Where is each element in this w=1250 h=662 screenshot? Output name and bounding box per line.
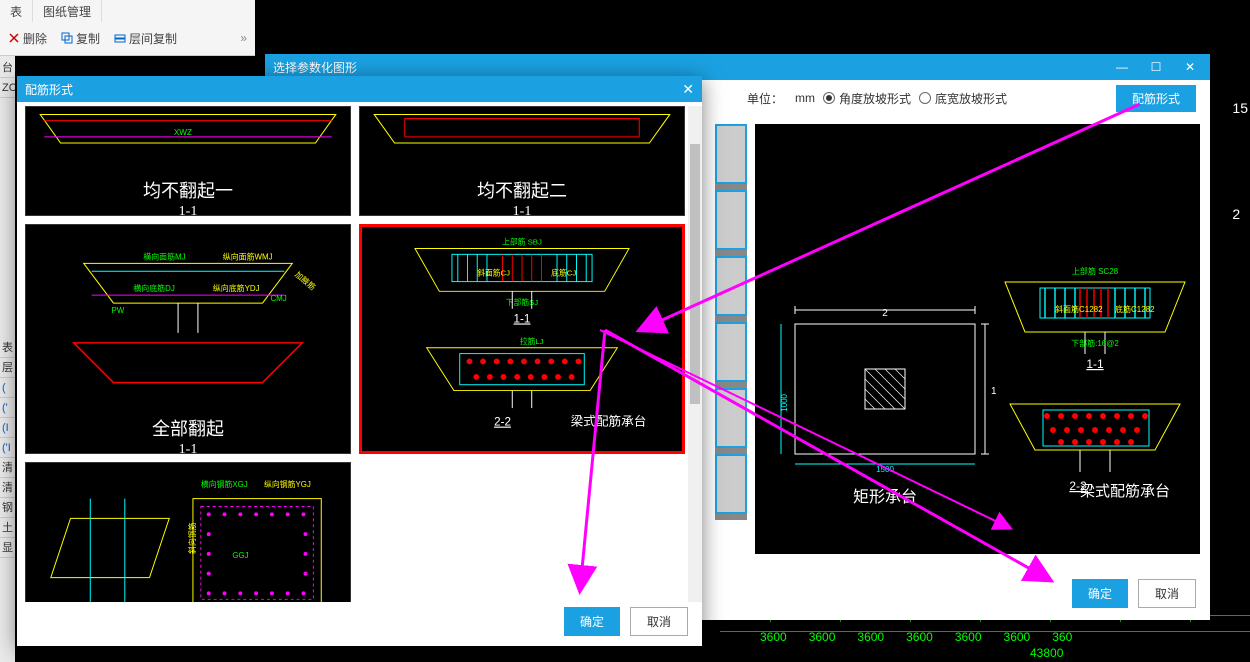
svg-text:1: 1 bbox=[991, 386, 997, 397]
window-controls: — ☐ ✕ bbox=[1110, 60, 1202, 74]
copy-icon bbox=[61, 32, 73, 44]
svg-text:1-1: 1-1 bbox=[514, 312, 531, 325]
inner-dialog: 配筋形式 ✕ XWZ 均不翻起一 1-1 bbox=[17, 76, 702, 646]
outer-dialog-title: 选择参数化图形 bbox=[273, 59, 357, 76]
minimize-icon[interactable]: — bbox=[1110, 60, 1134, 74]
style-tile[interactable]: XWZ 均不翻起一 1-1 bbox=[25, 106, 351, 216]
svg-text:纵向钢筋YGJ: 纵向钢筋YGJ bbox=[264, 479, 311, 489]
ribbon-tabs: 表 图纸管理 bbox=[0, 0, 255, 22]
svg-text:XWZ: XWZ bbox=[174, 128, 192, 137]
radio-dot-icon bbox=[919, 92, 931, 104]
cad-overall-dim: 43800 bbox=[1030, 646, 1063, 660]
svg-text:1-1: 1-1 bbox=[1086, 357, 1104, 371]
svg-text:下部筋:16@2: 下部筋:16@2 bbox=[1071, 338, 1119, 348]
inner-scrollbar[interactable] bbox=[688, 106, 702, 602]
layer-copy-icon bbox=[114, 32, 126, 44]
svg-text:底筋CJ: 底筋CJ bbox=[551, 268, 576, 278]
shape-thumb[interactable] bbox=[715, 124, 747, 184]
svg-text:1500: 1500 bbox=[876, 465, 894, 474]
close-icon[interactable]: ✕ bbox=[1178, 60, 1202, 74]
radio-dot-icon bbox=[823, 92, 835, 104]
shape-thumb[interactable] bbox=[715, 388, 747, 448]
rebar-style-button[interactable]: 配筋形式 bbox=[1116, 85, 1196, 112]
cad-right-labels: 15 2 bbox=[1232, 100, 1248, 222]
shape-thumb[interactable] bbox=[715, 256, 747, 316]
inner-dialog-footer: 确定 取消 bbox=[564, 607, 688, 636]
inner-dialog-titlebar[interactable]: 配筋形式 ✕ bbox=[17, 76, 702, 102]
parametric-preview[interactable]: 2 1 1500 1000 矩形承台 上部筋 SC28 斜面筋C1282 底筋C… bbox=[755, 124, 1200, 554]
inner-dialog-title: 配筋形式 bbox=[25, 81, 73, 98]
svg-text:上部筋 SC28: 上部筋 SC28 bbox=[1072, 266, 1119, 276]
tab-table[interactable]: 表 bbox=[0, 0, 33, 22]
svg-text:斜面筋C1282: 斜面筋C1282 bbox=[1055, 304, 1103, 314]
scrollbar-thumb[interactable] bbox=[690, 144, 700, 404]
layer-copy-button[interactable]: 层间复制 bbox=[114, 30, 177, 47]
outer-ok-button[interactable]: 确定 bbox=[1072, 579, 1128, 608]
svg-text:斜向钢筋: 斜向钢筋 bbox=[187, 522, 197, 554]
preview-right-caption: 梁式配筋承台 bbox=[1080, 483, 1170, 500]
outer-dialog-footer: 确定 取消 bbox=[1072, 579, 1196, 608]
svg-text:拉筋LJ: 拉筋LJ bbox=[520, 336, 544, 346]
ribbon-buttons: 删除 复制 层间复制 » bbox=[0, 22, 255, 54]
left-outline-panel: 台 ZC 表 层 ( (' (I ('I 清 清 钢 土 显 bbox=[0, 0, 15, 662]
svg-text:下部筋SJ: 下部筋SJ bbox=[506, 297, 538, 307]
svg-text:纵向底筋YDJ: 纵向底筋YDJ bbox=[213, 283, 260, 293]
preview-left-caption: 矩形承台 bbox=[853, 488, 917, 506]
svg-text:PW: PW bbox=[111, 306, 124, 315]
inner-cancel-button[interactable]: 取消 bbox=[630, 607, 688, 636]
svg-text:斜面筋CJ: 斜面筋CJ bbox=[477, 268, 510, 278]
inner-close-icon[interactable]: ✕ bbox=[682, 81, 694, 98]
rebar-style-grid: XWZ 均不翻起一 1-1 均不翻起二 1-1 bbox=[25, 106, 694, 602]
unit-value: mm bbox=[795, 91, 815, 105]
style-tile[interactable]: GGJ 斜向钢筋 横向钢筋XGJ 纵向钢筋YGJ bbox=[25, 462, 351, 602]
shape-thumb[interactable] bbox=[715, 454, 747, 514]
shape-thumb[interactable] bbox=[715, 190, 747, 250]
radio-width-slope[interactable]: 底宽放坡形式 bbox=[919, 90, 1007, 107]
shape-thumbnail-strip bbox=[715, 124, 747, 520]
ribbon: 表 图纸管理 删除 复制 层间复制 » bbox=[0, 0, 255, 56]
svg-text:底筋C1282: 底筋C1282 bbox=[1115, 304, 1155, 314]
maximize-icon[interactable]: ☐ bbox=[1144, 60, 1168, 74]
shape-thumb[interactable] bbox=[715, 322, 747, 382]
inner-ok-button[interactable]: 确定 bbox=[564, 607, 620, 636]
copy-button[interactable]: 复制 bbox=[61, 30, 100, 47]
svg-text:2-2: 2-2 bbox=[494, 416, 511, 429]
svg-text:加腋筋: 加腋筋 bbox=[293, 269, 318, 292]
tab-drawing-mgmt[interactable]: 图纸管理 bbox=[33, 0, 102, 22]
style-tile[interactable]: 横向面筋MJ 纵向面筋WMJ 加腋筋 横向底筋DJ 纵向底筋YDJ CMJ PW… bbox=[25, 224, 351, 454]
svg-text:横向底筋DJ: 横向底筋DJ bbox=[133, 283, 174, 293]
svg-text:横向钢筋XGJ: 横向钢筋XGJ bbox=[201, 479, 248, 489]
svg-text:横向面筋MJ: 横向面筋MJ bbox=[143, 251, 185, 261]
unit-label: 单位： bbox=[747, 90, 783, 107]
svg-text:纵向面筋WMJ: 纵向面筋WMJ bbox=[223, 251, 273, 261]
style-tile-selected[interactable]: 上部筋 SBJ 斜面筋CJ 底筋CJ 下部筋SJ 1-1 bbox=[359, 224, 685, 454]
style-tile[interactable]: 均不翻起二 1-1 bbox=[359, 106, 685, 216]
outer-cancel-button[interactable]: 取消 bbox=[1138, 579, 1196, 608]
delete-icon bbox=[8, 32, 20, 44]
svg-text:梁式配筋承台: 梁式配筋承台 bbox=[571, 414, 647, 429]
svg-text:GGJ: GGJ bbox=[232, 551, 248, 560]
radio-angle-slope[interactable]: 角度放坡形式 bbox=[823, 90, 911, 107]
svg-text:上部筋 SBJ: 上部筋 SBJ bbox=[502, 237, 542, 247]
cad-bottom-dims: 3600 3600 3600 3600 3600 3600 360 bbox=[760, 630, 1250, 644]
svg-text:CMJ: CMJ bbox=[270, 294, 286, 303]
delete-button[interactable]: 删除 bbox=[8, 30, 47, 47]
